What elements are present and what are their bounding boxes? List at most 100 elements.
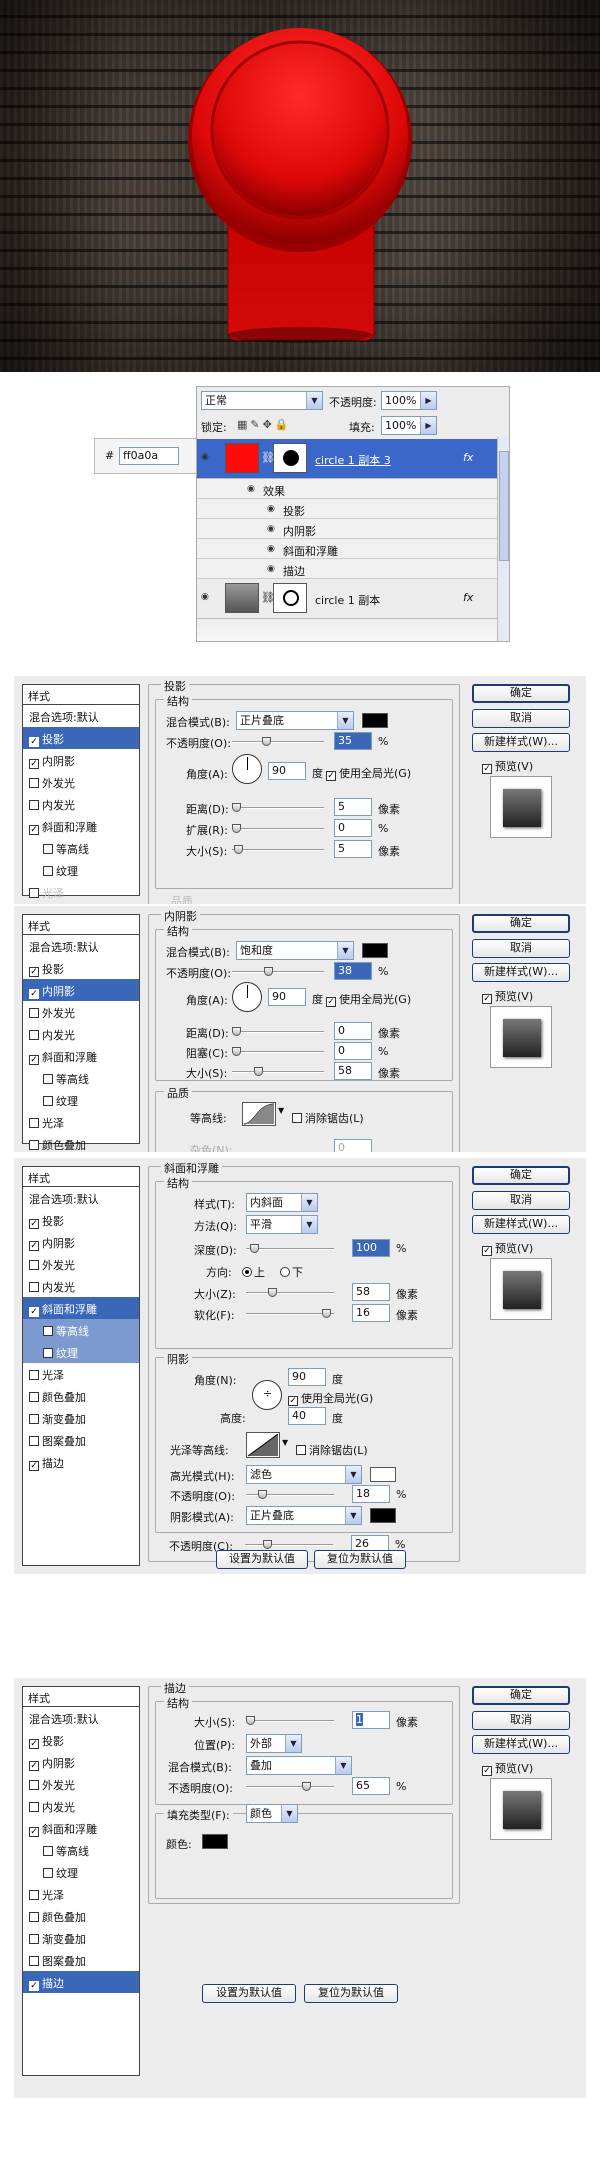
- chevron-down-icon[interactable]: ▼: [282, 1438, 288, 1447]
- cancel-button[interactable]: 取消: [472, 939, 570, 958]
- layers-scrollbar[interactable]: [497, 437, 509, 641]
- checkbox-icon[interactable]: [43, 1348, 53, 1358]
- preview-checkbox[interactable]: 预览(V): [482, 988, 533, 1004]
- style-item[interactable]: 内发光: [23, 793, 139, 815]
- antialias-checkbox[interactable]: 消除锯齿(L): [296, 1442, 368, 1458]
- style-item[interactable]: 投影: [23, 727, 139, 749]
- hex-color-field[interactable]: ff0a0a: [119, 447, 179, 465]
- new-style-button[interactable]: 新建样式(W)...: [472, 1215, 570, 1234]
- checkbox-icon[interactable]: [29, 1780, 39, 1790]
- opacity-input[interactable]: 38: [334, 962, 372, 980]
- angle-dial[interactable]: ÷: [252, 1380, 282, 1410]
- new-style-button[interactable]: 新建样式(W)...: [472, 733, 570, 752]
- blend-mode-select[interactable]: 正常 ▼: [201, 391, 323, 410]
- blend-options-item[interactable]: 混合选项:默认: [23, 1707, 139, 1729]
- opacity-input[interactable]: 35: [334, 732, 372, 750]
- altitude-input[interactable]: 40: [288, 1407, 326, 1425]
- technique-select[interactable]: 平滑 ▼: [246, 1215, 318, 1234]
- eye-icon[interactable]: ◉: [267, 544, 275, 554]
- eye-icon[interactable]: ◉: [267, 564, 275, 574]
- eye-icon[interactable]: ◉: [267, 524, 275, 534]
- blend-mode-select[interactable]: 正片叠底 ▼: [236, 711, 354, 730]
- checkbox-icon[interactable]: [29, 1739, 39, 1749]
- style-item[interactable]: 斜面和浮雕: [23, 1297, 139, 1319]
- size-slider[interactable]: [246, 1716, 334, 1726]
- cancel-button[interactable]: 取消: [472, 1711, 570, 1730]
- size-input[interactable]: 1: [352, 1711, 390, 1729]
- style-item[interactable]: 内发光: [23, 1795, 139, 1817]
- blend-options-item[interactable]: 混合选项:默认: [23, 705, 139, 727]
- angle-dial[interactable]: [232, 754, 262, 784]
- checkbox-icon[interactable]: [29, 1008, 39, 1018]
- styles-header[interactable]: 样式: [23, 1687, 139, 1707]
- highlight-color-swatch[interactable]: [370, 1467, 396, 1482]
- style-item[interactable]: 等高线: [23, 837, 139, 859]
- soften-slider[interactable]: [246, 1309, 334, 1319]
- style-item[interactable]: 纹理: [23, 1341, 139, 1363]
- chevron-down-icon[interactable]: ▼: [278, 1106, 284, 1115]
- checkbox-icon[interactable]: [482, 1246, 492, 1256]
- checkbox-icon[interactable]: [29, 759, 39, 769]
- checkbox-icon[interactable]: [29, 1370, 39, 1380]
- angle-input[interactable]: 90: [268, 988, 306, 1006]
- checkbox-icon[interactable]: [29, 888, 39, 898]
- style-item[interactable]: 颜色叠加: [23, 1133, 139, 1152]
- style-item[interactable]: 内发光: [23, 1023, 139, 1045]
- bevel-style-select[interactable]: 内斜面 ▼: [246, 1193, 318, 1212]
- eye-icon[interactable]: ◉: [201, 592, 209, 602]
- checkbox-icon[interactable]: [29, 800, 39, 810]
- reset-default-button[interactable]: 复位为默认值: [304, 1984, 398, 2003]
- style-item[interactable]: 光泽: [23, 881, 139, 903]
- fx-icon[interactable]: fx: [463, 451, 473, 464]
- layer-row-selected[interactable]: ◉ ⛓ circle 1 副本 3 fx: [197, 439, 497, 479]
- checkbox-icon[interactable]: [29, 1956, 39, 1966]
- shadow-opacity-slider[interactable]: [245, 1540, 333, 1550]
- layer-row[interactable]: ◉ ⛓ circle 1 副本 fx: [197, 579, 497, 619]
- checkbox-icon[interactable]: [43, 1846, 53, 1856]
- checkbox-icon[interactable]: [43, 1096, 53, 1106]
- opacity-slider[interactable]: [246, 1782, 334, 1792]
- checkbox-icon[interactable]: [29, 1761, 39, 1771]
- style-item[interactable]: 外发光: [23, 1001, 139, 1023]
- checkbox-icon[interactable]: [43, 1868, 53, 1878]
- style-item[interactable]: 内发光: [23, 1275, 139, 1297]
- checkbox-icon[interactable]: [292, 1113, 302, 1123]
- style-item[interactable]: 光泽: [23, 1363, 139, 1385]
- checkbox-icon[interactable]: [296, 1445, 306, 1455]
- checkbox-icon[interactable]: [29, 1140, 39, 1150]
- size-slider[interactable]: [232, 1067, 324, 1077]
- layer-name[interactable]: circle 1 副本: [315, 592, 380, 608]
- opacity-slider[interactable]: [232, 737, 324, 747]
- preview-checkbox[interactable]: 预览(V): [482, 1760, 533, 1776]
- spread-slider[interactable]: [232, 824, 324, 834]
- checkbox-icon[interactable]: [29, 967, 39, 977]
- checkbox-icon[interactable]: [43, 866, 53, 876]
- contour-picker[interactable]: [242, 1102, 276, 1126]
- style-item[interactable]: 描边: [23, 1971, 139, 1993]
- soften-input[interactable]: 16: [352, 1304, 390, 1322]
- effect-row[interactable]: ◉ 内阴影: [197, 519, 497, 539]
- blend-options-item[interactable]: 混合选项:默认: [23, 935, 139, 957]
- style-item[interactable]: 内阴影: [23, 749, 139, 771]
- checkbox-icon[interactable]: [29, 1282, 39, 1292]
- style-item[interactable]: 纹理: [23, 859, 139, 881]
- blend-mode-select[interactable]: 饱和度 ▼: [236, 941, 354, 960]
- checkbox-icon[interactable]: [29, 1055, 39, 1065]
- style-item[interactable]: 外发光: [23, 1773, 139, 1795]
- noise-input[interactable]: 0: [334, 1139, 372, 1152]
- size-input[interactable]: 58: [352, 1283, 390, 1301]
- mask-thumbnail[interactable]: [273, 443, 307, 473]
- ok-button[interactable]: 确定: [472, 684, 570, 703]
- checkbox-icon[interactable]: [29, 1307, 39, 1317]
- distance-slider[interactable]: [232, 803, 324, 813]
- style-item[interactable]: 投影: [23, 1729, 139, 1751]
- styles-header[interactable]: 样式: [23, 1167, 139, 1187]
- style-item[interactable]: 斜面和浮雕: [23, 1817, 139, 1839]
- checkbox-icon[interactable]: [29, 737, 39, 747]
- checkbox-icon[interactable]: [29, 1890, 39, 1900]
- checkbox-icon[interactable]: [482, 994, 492, 1004]
- new-style-button[interactable]: 新建样式(W)...: [472, 963, 570, 982]
- ok-button[interactable]: 确定: [472, 1686, 570, 1705]
- style-item[interactable]: 图案叠加: [23, 1949, 139, 1971]
- style-item[interactable]: 投影: [23, 1209, 139, 1231]
